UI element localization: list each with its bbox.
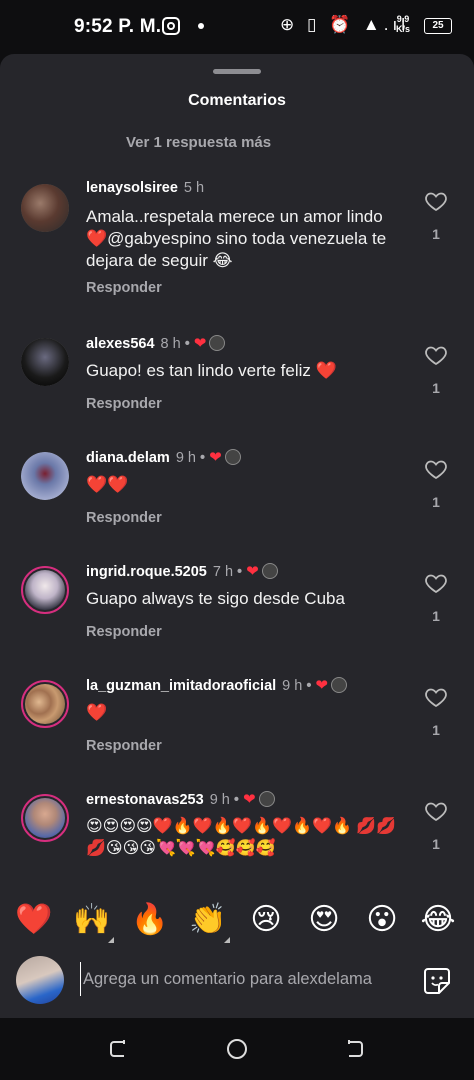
current-user-avatar (16, 956, 64, 1004)
heart-icon[interactable] (424, 189, 448, 213)
skin-tone-indicator-icon (108, 937, 114, 943)
like-count: 1 (432, 494, 440, 510)
author-liked-heart-icon: ❤ (242, 791, 256, 808)
avatar[interactable] (21, 338, 69, 386)
reply-button[interactable]: Responder (86, 624, 162, 640)
reaction-raised-hands-button[interactable]: 🙌 (72, 900, 114, 943)
author-liked-heart-icon: ❤ (209, 449, 222, 466)
comment-text: Guapo always te sigo desde Cuba (86, 589, 345, 608)
comment-text: ❤️ (86, 703, 108, 722)
reaction-heart-eyes-button[interactable]: 😍 (304, 900, 344, 940)
comment-username[interactable]: la_guzman_imitadoraoficial (86, 678, 276, 694)
status-time: 9:52 P. M. (74, 16, 162, 37)
reaction-laughing-button[interactable]: 😂 (418, 900, 458, 940)
reply-button[interactable]: Responder (86, 396, 162, 412)
like-count: 1 (432, 608, 440, 624)
avatar[interactable] (21, 452, 69, 500)
comment-text: ❤️❤️ (86, 475, 129, 494)
sheet-title: Comentarios (188, 92, 286, 109)
like-count: 1 (432, 226, 440, 242)
reply-button[interactable]: Responder (86, 280, 162, 296)
author-avatar-icon (261, 563, 278, 579)
comment-username[interactable]: lenaysolsiree (86, 180, 178, 196)
comment-meta: ernestonavas253 9 h • ❤ (86, 790, 275, 808)
sticker-icon[interactable] (422, 966, 452, 996)
reply-button[interactable]: Responder (86, 738, 162, 754)
author-avatar-icon (209, 335, 226, 351)
comment-input[interactable] (80, 962, 410, 996)
avatar-with-story-ring[interactable] (21, 794, 69, 842)
network-speed: 9.9 K/s (396, 14, 411, 34)
back-icon[interactable] (343, 1037, 367, 1061)
author-liked-heart-icon: ❤ (193, 335, 207, 352)
heart-icon[interactable] (424, 457, 448, 481)
comment-meta: la_guzman_imitadoraoficial 9 h • ❤ (86, 676, 347, 694)
avatar-with-story-ring[interactable] (21, 680, 69, 728)
reaction-surprised-button[interactable]: 😮 (362, 900, 402, 940)
comment-meta: lenaysolsiree 5 h (86, 180, 204, 196)
comment-meta: ingrid.roque.5205 7 h • ❤ (86, 562, 278, 580)
drag-handle[interactable] (213, 69, 261, 74)
author-avatar-icon (224, 449, 241, 465)
comment-time: 9 h (282, 678, 303, 694)
view-more-replies-link[interactable]: Ver 1 respuesta más (126, 134, 271, 151)
recent-apps-icon[interactable] (106, 1037, 130, 1061)
comment-composer (0, 950, 474, 1018)
comment-username[interactable]: diana.delam (86, 450, 170, 466)
avatar-with-story-ring[interactable] (21, 566, 69, 614)
comment-username[interactable]: alexes564 (86, 336, 155, 352)
heart-icon[interactable] (424, 799, 448, 823)
author-liked-heart-icon: ❤ (315, 677, 328, 694)
home-icon[interactable] (225, 1037, 249, 1061)
reaction-fire-button[interactable]: 🔥 (130, 900, 170, 940)
skin-tone-indicator-icon (224, 937, 230, 943)
comment-text: Guapo! es tan lindo verte feliz ❤️ (86, 361, 337, 380)
comment-time: 5 h (183, 180, 205, 196)
avatar[interactable] (21, 184, 69, 232)
author-avatar-icon (331, 677, 347, 693)
like-count: 1 (432, 380, 440, 396)
comment-meta: diana.delam 9 h • ❤ (86, 448, 241, 466)
like-count: 1 (432, 722, 440, 738)
reply-button[interactable]: Responder (86, 510, 162, 526)
comment-text: 😍😍😍😍❤️🔥❤️🔥❤️🔥❤️🔥❤️🔥 💋💋💋😘😘😘💘💘💘🥰🥰🥰 (86, 818, 397, 857)
comment-time: 9 h (209, 792, 230, 808)
reaction-clap-button[interactable]: 👏 (188, 900, 230, 943)
author-liked-heart-icon: ❤ (246, 563, 259, 580)
heart-icon[interactable] (424, 685, 448, 709)
like-count: 1 (432, 836, 440, 852)
system-status-icons: ⊕ ▯ ⏰ ▲.ıl (280, 15, 409, 34)
comment-username[interactable]: ernestonavas253 (86, 792, 204, 808)
author-avatar-icon (258, 791, 275, 807)
reaction-heart-button[interactable]: ❤️ (14, 900, 54, 940)
comment-username[interactable]: ingrid.roque.5205 (86, 564, 207, 580)
comments-sheet: Comentarios Ver 1 respuesta más lenaysol… (0, 54, 474, 1018)
comment-time: 9 h (175, 450, 196, 466)
android-navigation-bar (0, 1018, 474, 1080)
quick-reactions-bar: ❤️ 🙌 🔥 👏 😢 😍 😮 😂 (0, 892, 474, 948)
heart-icon[interactable] (424, 343, 448, 367)
battery-icon: 25 (424, 18, 452, 34)
comment-time: 8 h (160, 336, 181, 352)
instagram-notification-icon (162, 17, 180, 35)
heart-icon[interactable] (424, 571, 448, 595)
comment-text: Amala..respetala merece un amor lindo ❤️… (86, 207, 387, 270)
comment-meta: alexes564 8 h • ❤ (86, 334, 226, 352)
notification-dot-icon (198, 23, 204, 29)
status-bar: 9:52 P. M. ⊕ ▯ ⏰ ▲.ıl 9.9 K/s 25 (0, 0, 474, 54)
comment-time: 7 h (212, 564, 234, 580)
reaction-crying-button[interactable]: 😢 (246, 900, 286, 940)
